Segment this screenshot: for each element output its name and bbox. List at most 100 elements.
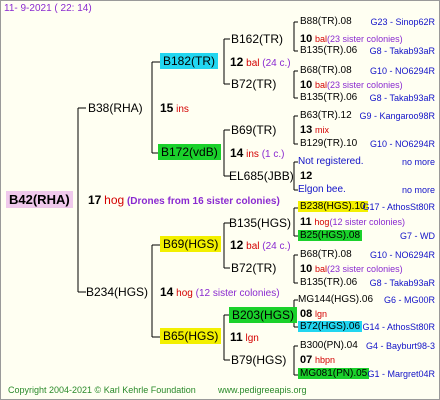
gen1-node-0: B38(RHA) — [88, 102, 143, 115]
gen4-name[interactable]: MG081(PN).05 — [298, 368, 370, 379]
gen4-name[interactable]: B72(HGS).06 — [298, 321, 363, 332]
gen3-breed: hbpn — [315, 355, 336, 365]
gen3-breed: bal — [315, 34, 328, 44]
gen3-note: (12 sister colonies) — [329, 217, 405, 227]
gen2-note: (24 c.) — [262, 58, 291, 69]
gen3-note: (23 sister colonies) — [327, 80, 403, 90]
gen4-name[interactable]: Not registered. — [298, 157, 364, 167]
gen3-num: 11 — [300, 216, 312, 228]
gen4-info: G6 - MG00R — [383, 295, 435, 305]
site-link[interactable]: www.pedigreeapis.org — [218, 386, 307, 395]
gen2-breed: bal — [246, 58, 260, 69]
gen4-info: G8 - Takab93aR — [369, 93, 435, 103]
gen2-name[interactable]: B65(HGS) — [160, 328, 222, 344]
gen4-name[interactable]: B135(TR).06 — [300, 278, 357, 288]
gen2-name[interactable]: B172(vdB) — [158, 144, 221, 160]
gen2-breed: lgn — [245, 333, 259, 344]
gen3-num: 12 — [300, 170, 313, 182]
gen3-name[interactable]: B135(HGS) — [229, 217, 291, 229]
gen1-node-1: B234(HGS) — [86, 286, 148, 299]
gen4-name[interactable]: B238(HGS).10 — [298, 201, 368, 212]
gen3-breed: hog — [314, 217, 330, 227]
gen3-num: 10 — [300, 79, 313, 91]
gen3-name[interactable]: EL685(JBB) — [229, 170, 294, 182]
gen4-info: G4 - Bayburt98-3 — [365, 341, 435, 351]
gen4-name[interactable]: Elgon bee. — [298, 185, 346, 195]
gen4-name[interactable]: B129(TR).10 — [300, 139, 357, 149]
gen4-info: G17 - AthosSt80R — [362, 202, 435, 212]
gen3-note: (23 sister colonies) — [327, 34, 403, 44]
gen2-info-3: 11 lgn — [230, 331, 259, 344]
gen4-name[interactable]: MG144(HGS).06 — [298, 295, 373, 305]
gen4-name-label: MG081(PN).05 — [298, 368, 370, 379]
gen4-name[interactable]: B63(TR).12 — [300, 111, 352, 121]
copyright-text: Copyright 2004-2021 © Karl Kehrle Founda… — [8, 385, 196, 395]
gen2-node-0: B182(TR) — [160, 53, 219, 69]
gen3-name[interactable]: B72(TR) — [231, 262, 276, 274]
root-name[interactable]: B42(RHA) — [6, 191, 73, 208]
gen2-num: 12 — [230, 238, 244, 252]
gen3-info: 12 — [300, 171, 312, 182]
gen2-num: 14 — [230, 146, 244, 160]
gen3-breed: mix — [315, 125, 330, 135]
gen2-info-1: 14 ins (1 c.) — [230, 147, 285, 160]
gen4-info: G8 - Takab93aR — [369, 46, 435, 56]
gen1-name[interactable]: B38(RHA) — [88, 101, 143, 115]
gen4-info: G10 - NO6294R — [369, 139, 435, 149]
gen1-info-0: 15 ins — [160, 102, 189, 115]
gen2-note: (24 c.) — [262, 241, 291, 252]
gen3-num: 13 — [300, 124, 313, 136]
gen3-info: 11 hog(12 sister colonies) — [300, 217, 405, 228]
gen2-name[interactable]: B182(TR) — [160, 53, 219, 69]
gen3-info: 10 bal(23 sister colonies) — [300, 34, 403, 45]
root-num: 17 — [88, 193, 102, 207]
root-node: B42(RHA) — [6, 191, 73, 208]
gen3-num: 07 — [300, 354, 313, 366]
report-date: 11- 9-2021 ( 22: 14) — [4, 3, 92, 14]
gen4-name[interactable]: B88(TR).08 — [300, 17, 352, 27]
gen4-info: G9 - Kangaroo98R — [359, 111, 435, 121]
gen3-num: 08 — [300, 308, 313, 320]
gen3-note: (23 sister colonies) — [327, 264, 403, 274]
gen2-note: (1 c.) — [261, 149, 285, 160]
gen4-name-label: B238(HGS).10 — [298, 201, 368, 212]
gen4-name[interactable]: B135(TR).06 — [300, 46, 357, 56]
gen2-breed: ins — [246, 149, 259, 160]
gen4-info: G7 - WD — [400, 231, 435, 241]
gen1-note: (12 sister colonies) — [195, 288, 280, 299]
gen3-name[interactable]: B72(TR) — [231, 78, 276, 90]
gen1-num: 15 — [160, 101, 174, 115]
gen3-name[interactable]: B79(HGS) — [231, 354, 286, 366]
gen3-name[interactable]: B69(TR) — [231, 124, 276, 136]
gen4-name-label: B25(HGS).08 — [298, 230, 363, 241]
gen2-info-0: 12 bal (24 c.) — [230, 56, 291, 69]
gen4-name[interactable]: B25(HGS).08 — [298, 230, 363, 241]
gen2-num: 12 — [230, 55, 244, 69]
gen3-info: 07 hbpn — [300, 355, 335, 366]
gen1-info-1: 14 hog (12 sister colonies) — [160, 286, 280, 299]
gen4-info: G1 - Margret04R — [367, 369, 435, 379]
gen3-breed: bal — [315, 80, 328, 90]
gen3-info: 10 bal(23 sister colonies) — [300, 264, 403, 275]
gen4-name[interactable]: B300(PN).04 — [300, 341, 358, 351]
root-breed: hog — [104, 193, 125, 207]
gen3-name[interactable]: B162(TR) — [231, 33, 283, 45]
gen4-name-label: B72(HGS).06 — [298, 321, 363, 332]
gen3-info: 08 lgn — [300, 309, 327, 320]
gen2-name[interactable]: B69(HGS) — [160, 236, 222, 252]
gen1-breed: ins — [176, 104, 189, 115]
gen4-info: G23 - Sinop62R — [370, 17, 435, 27]
gen3-name-label: B203(HGS) — [229, 307, 298, 323]
gen4-info: G10 - NO6294R — [369, 66, 435, 76]
gen2-num: 11 — [230, 330, 243, 344]
gen1-num: 14 — [160, 285, 174, 299]
gen3-info: 13 mix — [300, 125, 329, 136]
gen3-num: 10 — [300, 33, 313, 45]
gen4-name[interactable]: B135(TR).06 — [300, 93, 357, 103]
gen4-name[interactable]: B68(TR).08 — [300, 66, 352, 76]
gen1-name[interactable]: B234(HGS) — [86, 285, 148, 299]
gen3-breed: lgn — [315, 309, 328, 319]
gen3-name[interactable]: B203(HGS) — [229, 307, 298, 323]
gen4-name[interactable]: B68(TR).08 — [300, 250, 352, 260]
gen1-breed: hog — [176, 288, 193, 299]
